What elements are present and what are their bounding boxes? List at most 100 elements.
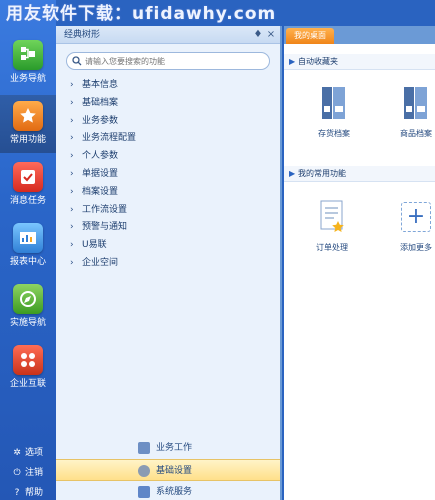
shortcut-label: 订单处理 — [316, 243, 348, 252]
shortcut-add-more[interactable]: + 添加更多 — [388, 198, 435, 253]
chevron-right-icon: › — [70, 257, 74, 268]
options-button[interactable]: ✲ 选项 — [0, 444, 56, 462]
shortcut-product-archive[interactable]: 商品档案 — [388, 84, 435, 139]
chevron-right-icon: › — [70, 133, 74, 144]
chevron-right-icon: › — [70, 204, 74, 215]
compass-icon — [13, 284, 43, 314]
tab-my-desktop[interactable]: 我的桌面 — [286, 28, 334, 44]
tree-item-document-settings[interactable]: › 单据设置 — [70, 166, 270, 184]
nav-implementation-guide[interactable]: 实施导航 — [0, 278, 56, 336]
tree-item-label: 基础档案 — [82, 97, 119, 108]
tree-item-alerts[interactable]: › 预警与通知 — [70, 219, 270, 237]
shortcut-inventory-archive[interactable]: 存货档案 — [306, 84, 362, 139]
chevron-right-icon: › — [70, 168, 74, 179]
logout-icon: ⏻ — [13, 468, 21, 478]
tree-item-workflow-config[interactable]: › 业务流程配置 — [70, 130, 270, 148]
chevron-right-icon: › — [70, 222, 74, 233]
section-auto-favorites[interactable]: ▶ 自动收藏夹 — [284, 54, 435, 70]
module-label: 基础设置 — [156, 466, 193, 476]
nav-message-tasks[interactable]: 消息任务 — [0, 156, 56, 214]
help-label: 帮助 — [25, 488, 44, 498]
shortcut-order-processing[interactable]: 订单处理 — [304, 198, 360, 253]
logout-label: 注销 — [25, 468, 44, 478]
panel-title: 经典树形 — [64, 30, 101, 40]
search-input[interactable] — [85, 54, 265, 68]
chevron-right-icon: › — [70, 186, 74, 197]
nav-business-navigation[interactable]: 业务导航 — [0, 34, 56, 92]
watermark-text: 用友软件下载：ufidawhy.com — [6, 4, 277, 24]
chevron-right-icon: › — [70, 97, 74, 108]
logout-button[interactable]: ⏻ 注销 — [0, 464, 56, 482]
section-title: 自动收藏夹 — [298, 57, 338, 66]
nav-common-functions[interactable]: 常用功能 — [0, 95, 56, 153]
service-icon — [138, 486, 150, 498]
chevron-right-icon: › — [70, 151, 74, 162]
desktop-tabbar: 我的桌面 — [284, 26, 435, 44]
module-system-service[interactable]: 系统服务 — [56, 481, 280, 500]
nav-label: 消息任务 — [9, 196, 46, 206]
tree-item-label: 个人参数 — [82, 151, 119, 162]
gear-icon: ✲ — [13, 448, 21, 458]
function-tree: › 基本信息 › 基础档案 › 业务参数 › 业务流程配置 › 个人参数 › 单据设置 › 档… — [70, 77, 270, 273]
gear-icon — [138, 465, 150, 477]
help-icon: ? — [14, 488, 20, 498]
tree-item-personal-params[interactable]: › 个人参数 — [70, 148, 270, 166]
close-icon[interactable]: × — [265, 26, 277, 44]
panel-header: 经典树形 ♦ × — [56, 26, 280, 44]
section-title: 我的常用功能 — [298, 169, 346, 178]
pin-icon[interactable]: ♦ — [252, 26, 264, 44]
tree-item-workflow-settings[interactable]: › 工作流设置 — [70, 202, 270, 220]
module-label: 业务工作 — [156, 443, 193, 453]
my-desktop: 我的桌面 ▶ 自动收藏夹 存货档案 商品档案 ▶ 我的常用功能 订单处理 + 添加更… — [284, 26, 435, 500]
tree-item-label: 业务参数 — [82, 115, 119, 126]
search-icon — [72, 56, 82, 66]
tree-item-label: U易联 — [82, 240, 107, 251]
module-business-work[interactable]: 业务工作 — [56, 437, 280, 459]
navigation-rail: 业务导航 常用功能 消息任务 报表中心 实施导航 企业互联 ✲ 选项 ⏻ 注销 — [0, 0, 56, 500]
document-icon — [138, 442, 150, 454]
nav-enterprise-link[interactable]: 企业互联 — [0, 339, 56, 397]
nav-label: 业务导航 — [9, 74, 46, 84]
tree-item-label: 预警与通知 — [82, 222, 128, 233]
star-icon — [13, 101, 43, 131]
tree-item-label: 业务流程配置 — [82, 133, 137, 144]
nav-label: 常用功能 — [9, 135, 46, 145]
enterprise-link-icon — [13, 345, 43, 375]
business-nav-icon — [13, 40, 43, 70]
module-label: 系统服务 — [156, 487, 193, 497]
nav-label: 报表中心 — [9, 257, 46, 267]
nav-report-center[interactable]: 报表中心 — [0, 217, 56, 275]
binder-icon — [400, 84, 432, 122]
nav-label: 企业互联 — [9, 379, 46, 389]
report-center-icon — [13, 223, 43, 253]
nav-label: 实施导航 — [9, 318, 46, 328]
shortcut-label: 添加更多 — [400, 243, 432, 252]
chevron-right-icon: › — [70, 80, 74, 90]
tree-item-label: 基本信息 — [82, 80, 119, 90]
tree-item-basic-archives[interactable]: › 基础档案 — [70, 95, 270, 113]
chevron-right-icon: › — [70, 115, 74, 126]
search-box[interactable] — [66, 52, 270, 70]
tree-item-archive-settings[interactable]: › 档案设置 — [70, 184, 270, 202]
chevron-right-icon: › — [70, 240, 74, 251]
tree-item-label: 工作流设置 — [82, 204, 128, 215]
document-star-icon — [316, 198, 348, 236]
tree-item-enterprise-space[interactable]: › 企业空间 — [70, 255, 270, 273]
module-basic-settings[interactable]: 基础设置 — [56, 459, 280, 481]
help-button[interactable]: ? 帮助 — [0, 484, 56, 500]
section-common-functions[interactable]: ▶ 我的常用功能 — [284, 166, 435, 182]
module-switcher: 业务工作 基础设置 系统服务 — [56, 437, 280, 500]
triangle-right-icon: ▶ — [289, 57, 296, 66]
message-task-icon — [13, 162, 43, 192]
tree-item-business-params[interactable]: › 业务参数 — [70, 113, 270, 131]
tree-item-label: 档案设置 — [82, 186, 119, 197]
shortcut-label: 商品档案 — [400, 129, 432, 138]
tree-item-label: 单据设置 — [82, 168, 119, 179]
tree-item-basic-info[interactable]: › 基本信息 — [70, 77, 270, 95]
tree-item-u-link[interactable]: › U易联 — [70, 237, 270, 255]
shortcut-label: 存货档案 — [318, 129, 350, 138]
triangle-right-icon: ▶ — [289, 169, 296, 178]
binder-icon — [318, 84, 350, 122]
options-label: 选项 — [25, 448, 44, 458]
tree-item-label: 企业空间 — [82, 257, 119, 268]
